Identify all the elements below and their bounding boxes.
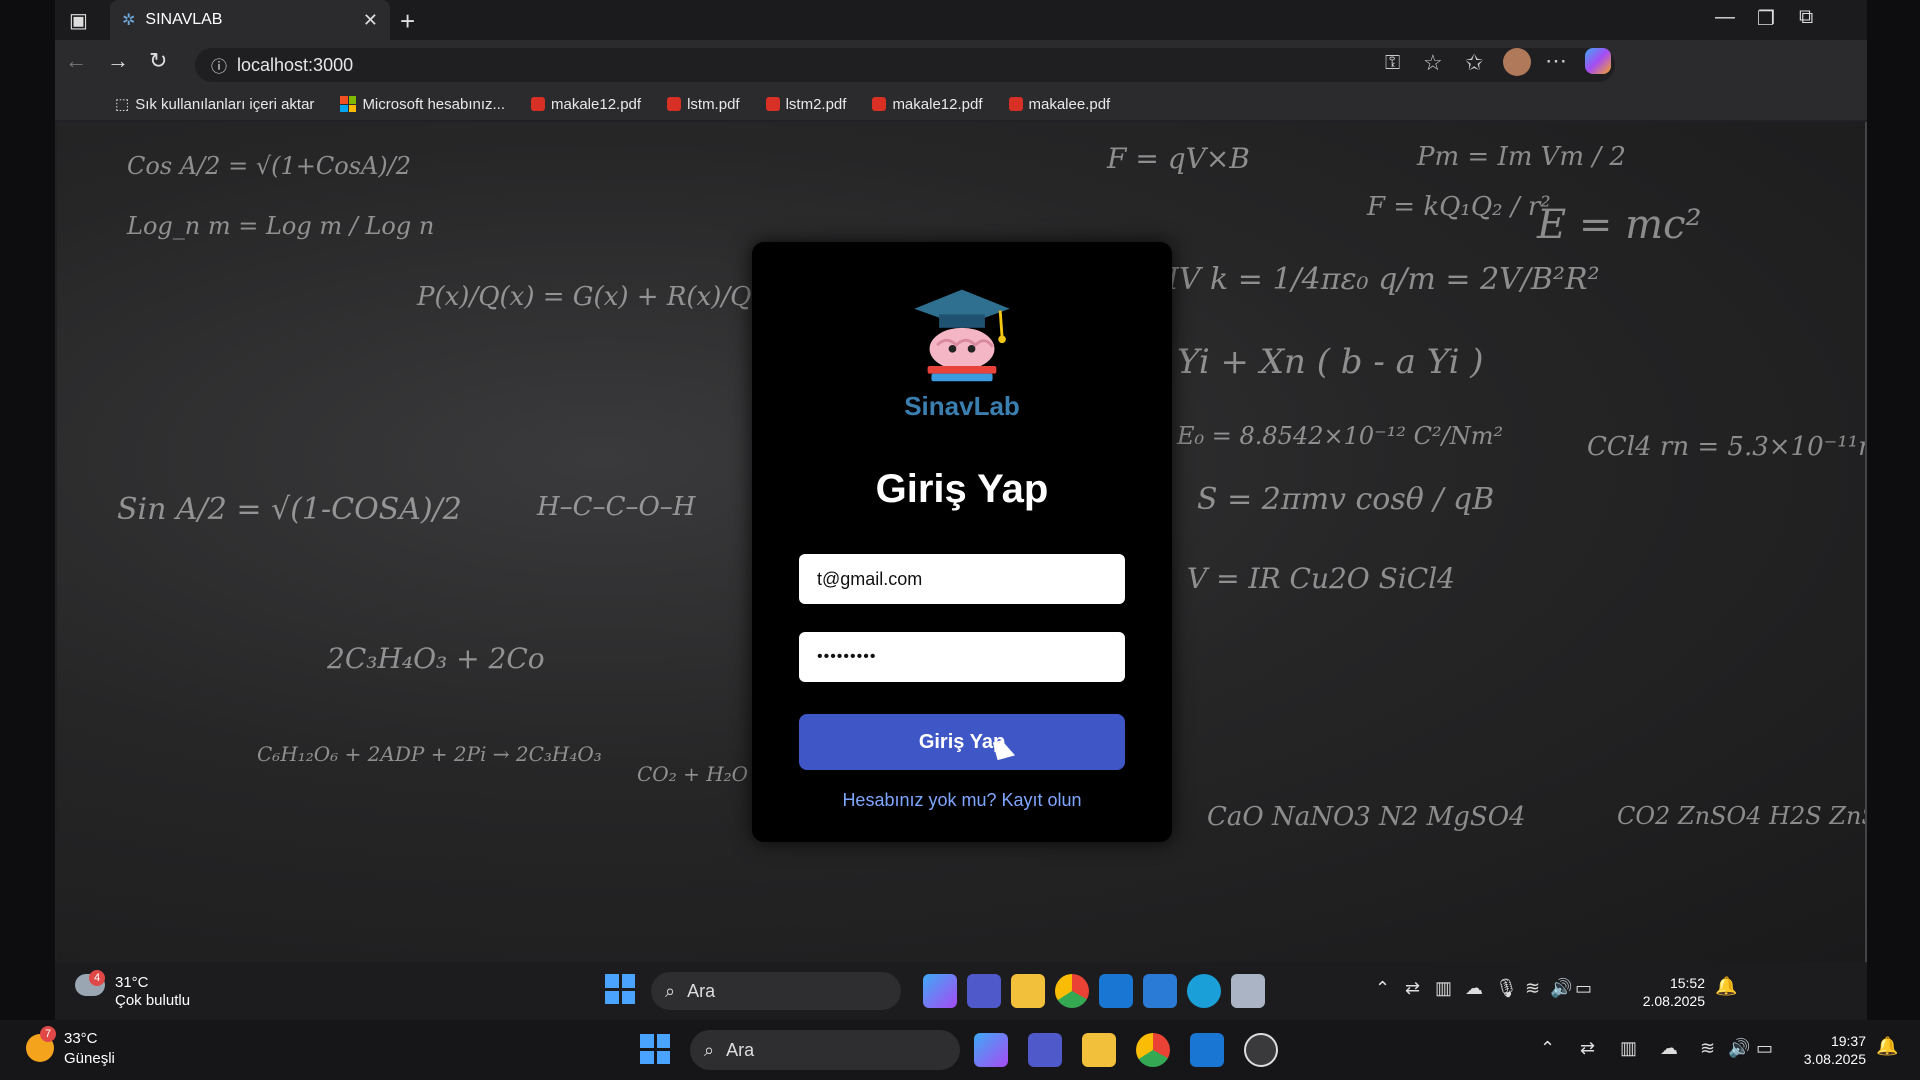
clock-date[interactable]: 3.08.2025	[1790, 1050, 1866, 1068]
login-card: SinavLab Giriş Yap t@gmail.com •••••••••…	[752, 242, 1172, 842]
notification-icon[interactable]: 🔔	[1715, 976, 1737, 997]
clock-time[interactable]: 19:37	[1790, 1032, 1866, 1050]
close-tab-icon[interactable]: ✕	[363, 10, 378, 31]
brain-graduation-cap-icon	[914, 289, 1010, 382]
reload-icon[interactable]: ↻	[149, 48, 167, 74]
avatar[interactable]	[1503, 48, 1531, 76]
copilot-icon[interactable]	[923, 974, 957, 1008]
network-activity-icon[interactable]: ▥	[1435, 978, 1452, 999]
file-explorer-icon[interactable]	[1011, 974, 1045, 1008]
weather-badge: 7	[40, 1026, 56, 1042]
more-menu-icon[interactable]: ⋯	[1545, 48, 1567, 74]
weather-badge: 4	[89, 970, 105, 986]
pdf-icon	[667, 97, 682, 111]
teams-icon[interactable]	[967, 974, 1001, 1008]
pdf-icon	[1008, 97, 1023, 111]
info-icon: ⓘ	[211, 59, 228, 76]
bookmark-import[interactable]: ⬚ Sık kullanılanları içeri aktar	[115, 95, 314, 114]
pdf-icon	[765, 97, 780, 111]
minimize-icon[interactable]: —	[1715, 6, 1735, 29]
page-viewport: Cos A/2 = √(1+CosA)/2 Log_n m = Log m / …	[57, 122, 1865, 962]
copilot-icon[interactable]	[974, 1033, 1008, 1067]
maximize-icon[interactable]: ❐	[1757, 6, 1775, 31]
forward-icon[interactable]: →	[107, 48, 129, 74]
pdf-icon	[872, 97, 887, 111]
logo-text: SinavLab	[904, 391, 1020, 421]
clock-time[interactable]: 15:52	[1625, 974, 1705, 992]
transfer-icon[interactable]: ⇄	[1580, 1038, 1595, 1059]
address-bar[interactable]: ⓘ localhost:3000	[195, 48, 1615, 82]
bookmark-pdf-3[interactable]: lstm2.pdf	[765, 96, 846, 113]
tab-title: SINAVLAB	[145, 11, 223, 28]
snipping-tool-icon[interactable]	[1231, 974, 1265, 1008]
onedrive-icon[interactable]: ☁	[1660, 1038, 1678, 1059]
outlook-icon[interactable]	[1190, 1033, 1224, 1067]
volume-icon[interactable]: 🔊	[1728, 1038, 1750, 1059]
taskbar-search[interactable]: ⌕ Ara	[651, 972, 901, 1010]
weather-desc: Güneşli	[64, 1050, 115, 1067]
vscode-icon[interactable]	[1143, 974, 1177, 1008]
import-icon: ⬚	[115, 96, 130, 113]
clock-date[interactable]: 2.08.2025	[1625, 992, 1705, 1010]
restore-icon[interactable]: ⧉	[1799, 6, 1813, 29]
chrome-icon[interactable]	[1136, 1033, 1170, 1067]
teams-icon[interactable]	[1028, 1033, 1062, 1067]
start-icon[interactable]	[640, 1034, 670, 1064]
page-title: Giriş Yap	[875, 467, 1049, 511]
weather-temp: 31°C	[115, 974, 149, 991]
microphone-icon[interactable]: 🎙	[1495, 978, 1518, 999]
copilot-icon[interactable]	[1585, 48, 1611, 74]
volume-icon[interactable]: 🔊	[1550, 978, 1572, 999]
tab-sinavlab[interactable]: ✲ SINAVLAB ✕	[110, 0, 390, 40]
chevron-up-icon[interactable]: ⌃	[1540, 1038, 1555, 1059]
battery-icon[interactable]: ▭	[1756, 1038, 1773, 1059]
bookmark-pdf-2[interactable]: lstm.pdf	[667, 96, 740, 113]
search-icon: ⌕	[665, 980, 676, 1001]
start-icon[interactable]	[605, 974, 635, 1004]
bookmark-pdf-1[interactable]: makale12.pdf	[531, 96, 641, 113]
back-icon[interactable]: ←	[65, 48, 87, 74]
scrollbar[interactable]	[1865, 122, 1867, 962]
notification-icon[interactable]: 🔔	[1876, 1036, 1898, 1057]
taskbar-search[interactable]: ⌕ Ara	[690, 1030, 960, 1070]
password-key-icon[interactable]: ⚿	[1385, 52, 1400, 75]
gear-icon: ✲	[122, 12, 136, 29]
inner-taskbar: 4 31°C Çok bulutlu ⌕ Ara ⌃ ⇄ ▥ ☁ 🎙 ≋ 🔊 ▭…	[55, 962, 1867, 1020]
outer-taskbar: 7 33°C Güneşli ⌕ Ara ⌃ ⇄ ▥ ☁ ≋ 🔊 ▭ 19:37…	[0, 1020, 1920, 1080]
browser-window: ▣ ✲ SINAVLAB ✕ + — ❐ ⧉ ← → ↻ ⓘ localhost…	[55, 0, 1867, 962]
logo: SinavLab	[752, 282, 1172, 422]
register-link[interactable]: Hesabınız yok mu? Kayıt olun	[752, 790, 1172, 811]
url-text: localhost:3000	[237, 54, 354, 75]
desktop: ▣ ✲ SINAVLAB ✕ + — ❐ ⧉ ← → ↻ ⓘ localhost…	[0, 0, 1920, 1080]
file-explorer-icon[interactable]	[1082, 1033, 1116, 1067]
network-activity-icon[interactable]: ▥	[1620, 1038, 1637, 1059]
sidebar-toggle-icon[interactable]: ▣	[69, 8, 88, 33]
outlook-icon[interactable]	[1099, 974, 1133, 1008]
pdf-icon	[531, 97, 545, 111]
onedrive-icon[interactable]: ☁	[1465, 978, 1483, 999]
wifi-icon[interactable]: ≋	[1525, 978, 1540, 999]
bookmarks-bar: ⬚ Sık kullanılanları içeri aktar Microsof…	[55, 88, 1867, 120]
bookmark-microsoft[interactable]: Microsoft hesabınız...	[340, 96, 505, 113]
bookmark-pdf-4[interactable]: makale12.pdf	[872, 96, 983, 113]
favorites-icon[interactable]: ✩	[1465, 50, 1483, 76]
microsoft-icon	[340, 96, 357, 112]
password-field[interactable]: •••••••••	[799, 632, 1125, 682]
weather-temp: 33°C	[64, 1030, 98, 1047]
search-icon: ⌕	[704, 1039, 715, 1060]
wifi-icon[interactable]: ≋	[1700, 1038, 1715, 1059]
transfer-icon[interactable]: ⇄	[1405, 978, 1420, 999]
chrome-icon[interactable]	[1055, 974, 1089, 1008]
favorite-star-icon[interactable]: ☆	[1423, 50, 1443, 76]
chevron-up-icon[interactable]: ⌃	[1375, 978, 1390, 999]
edge-icon[interactable]	[1187, 974, 1221, 1008]
new-tab-icon[interactable]: +	[400, 6, 415, 37]
media-player-icon[interactable]	[1244, 1033, 1278, 1067]
bookmark-pdf-5[interactable]: makalee.pdf	[1008, 96, 1110, 113]
weather-desc: Çok bulutlu	[115, 992, 191, 1009]
login-button[interactable]: Giriş Yap	[799, 714, 1125, 770]
battery-icon[interactable]: ▭	[1575, 978, 1592, 999]
email-field[interactable]: t@gmail.com	[799, 554, 1125, 604]
